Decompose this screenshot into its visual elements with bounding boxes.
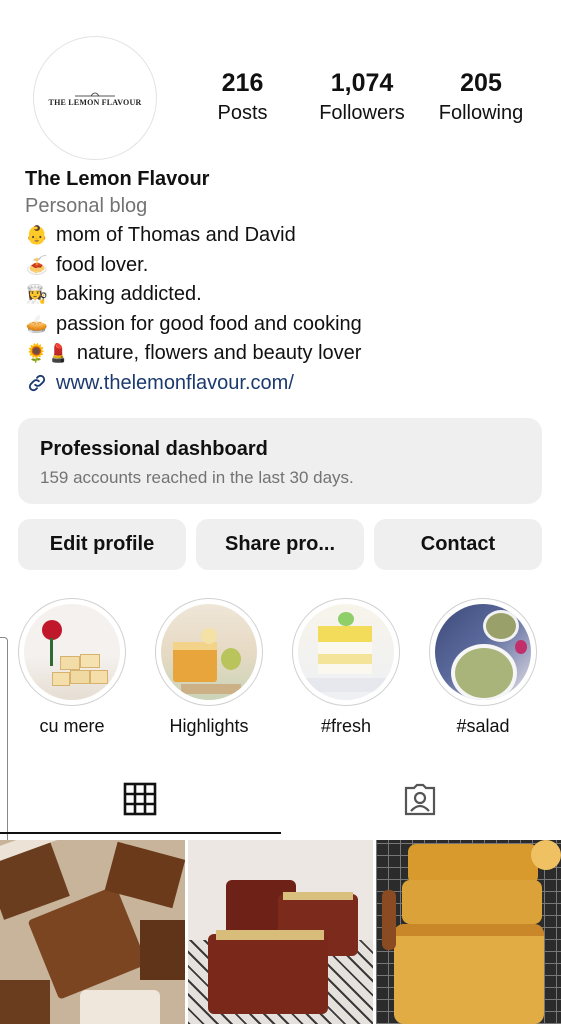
- bio-line: 🍝 food lover.: [25, 251, 545, 281]
- bio-text: nature, flowers and beauty lover: [76, 342, 362, 364]
- highlight-cover-image: [161, 604, 257, 700]
- highlight-label: cu mere: [39, 716, 105, 736]
- tagged-icon[interactable]: [402, 782, 438, 823]
- highlight-cover-image: [298, 604, 394, 700]
- highlight-item[interactable]: cu mere: [17, 598, 127, 737]
- active-tab-indicator: [0, 832, 281, 834]
- edit-profile-button[interactable]: Edit profile: [18, 519, 186, 570]
- followers-stat[interactable]: 1,074 Followers: [312, 68, 412, 126]
- website-url[interactable]: www.thelemonflavour.com/: [56, 369, 294, 399]
- bio-line: 🌻💄 nature, flowers and beauty lover: [25, 339, 545, 369]
- bio-text: mom of Thomas and David: [56, 224, 296, 246]
- profile-avatar[interactable]: THE LEMON FLAVOUR: [33, 36, 157, 160]
- post-thumbnail[interactable]: [188, 840, 373, 1024]
- profile-name: The Lemon Flavour: [25, 168, 210, 190]
- dashboard-title: Professional dashboard: [40, 438, 268, 460]
- highlight-ring: [429, 598, 537, 706]
- posts-label: Posts: [217, 102, 268, 124]
- highlight-ring: [292, 598, 400, 706]
- profile-tabs: [0, 770, 561, 836]
- baby-emoji-icon: 👶: [25, 225, 49, 245]
- highlight-cover-image: [435, 604, 531, 700]
- bio-text: baking addicted.: [56, 283, 202, 305]
- logo-text: THE LEMON FLAVOUR: [48, 97, 142, 107]
- highlight-cover-image: [24, 604, 120, 700]
- following-label: Following: [438, 102, 524, 124]
- website-link[interactable]: www.thelemonflavour.com/: [25, 369, 545, 399]
- post-thumbnail[interactable]: [376, 840, 561, 1024]
- profile-bio: The Lemon Flavour Personal blog 👶 mom of…: [25, 166, 545, 398]
- posts-count: 216: [221, 69, 264, 97]
- share-profile-button[interactable]: Share pro...: [196, 519, 364, 570]
- highlight-item[interactable]: #salad: [428, 598, 538, 737]
- profile-category: Personal blog: [25, 195, 148, 217]
- post-thumbnail[interactable]: [0, 840, 185, 1024]
- bio-text: passion for good food and cooking: [56, 312, 362, 335]
- contact-button[interactable]: Contact: [374, 519, 542, 570]
- bio-line: 👩‍🍳 baking addicted.: [25, 280, 545, 310]
- followers-label: Followers: [319, 102, 405, 124]
- dashboard-subtitle: 159 accounts reached in the last 30 days…: [40, 468, 354, 487]
- highlight-label: #salad: [456, 716, 510, 736]
- bio-line: 👶 mom of Thomas and David: [25, 221, 545, 251]
- highlight-label: Highlights: [169, 716, 249, 736]
- followers-count: 1,074: [330, 69, 394, 97]
- link-icon: [25, 372, 49, 394]
- highlight-ring: [18, 598, 126, 706]
- highlight-label: #fresh: [320, 716, 372, 736]
- spaghetti-emoji-icon: 🍝: [25, 254, 49, 275]
- professional-dashboard[interactable]: Professional dashboard 159 accounts reac…: [18, 418, 542, 504]
- sunflower-lipstick-emoji-icon: 🌻💄: [25, 343, 70, 363]
- highlight-item[interactable]: Highlights: [154, 598, 264, 737]
- cook-emoji-icon: 👩‍🍳: [25, 284, 49, 304]
- posts-stat[interactable]: 216 Posts: [205, 68, 280, 126]
- pie-emoji-icon: 🥧: [25, 313, 49, 334]
- brand-logo: THE LEMON FLAVOUR: [49, 90, 142, 107]
- logo-ornament: [74, 92, 115, 96]
- following-count: 205: [460, 69, 502, 97]
- highlight-ring: [155, 598, 263, 706]
- following-stat[interactable]: 205 Following: [432, 68, 530, 126]
- bio-line: 🥧 passion for good food and cooking: [25, 310, 545, 340]
- grid-icon[interactable]: [123, 782, 157, 821]
- highlight-item[interactable]: #fresh: [291, 598, 401, 737]
- bio-text: food lover.: [56, 253, 149, 276]
